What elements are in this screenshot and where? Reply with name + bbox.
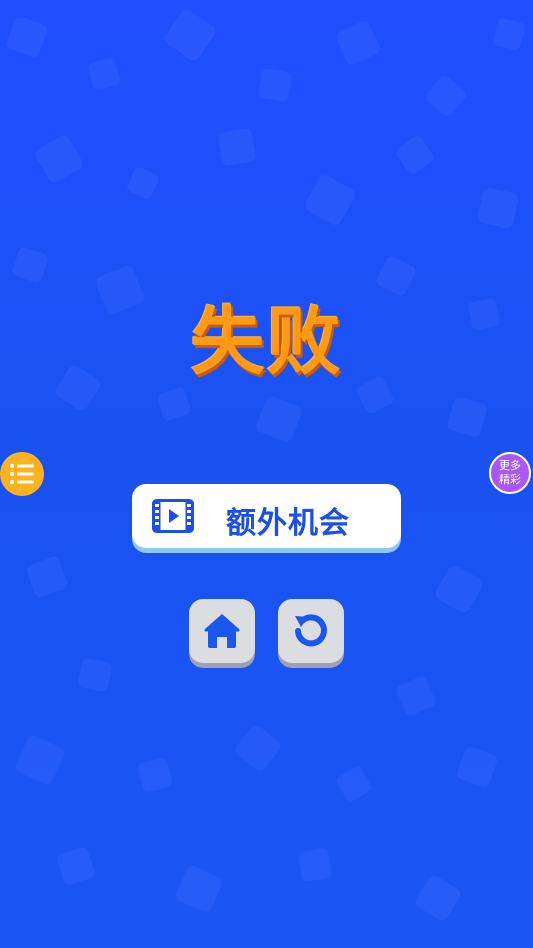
extra-chance-button[interactable]: 额外机会 [132, 484, 401, 548]
more-games-button[interactable]: 更多 精彩 [489, 452, 531, 494]
video-icon [152, 499, 194, 533]
restart-button[interactable] [278, 599, 344, 663]
side-menu-button[interactable] [0, 452, 44, 496]
game-over-screen: 失败 更多 精彩 额外机会 [0, 0, 533, 948]
home-icon [204, 614, 240, 648]
list-menu-icon [10, 464, 34, 484]
fail-title: 失败 [190, 299, 343, 385]
restart-icon [295, 614, 327, 647]
more-games-label-line1: 更多 [499, 459, 521, 472]
background-pattern [6, 9, 526, 921]
home-button[interactable] [189, 599, 255, 663]
extra-chance-label: 额外机会 [226, 506, 350, 541]
more-games-label-line2: 精彩 [499, 473, 521, 486]
